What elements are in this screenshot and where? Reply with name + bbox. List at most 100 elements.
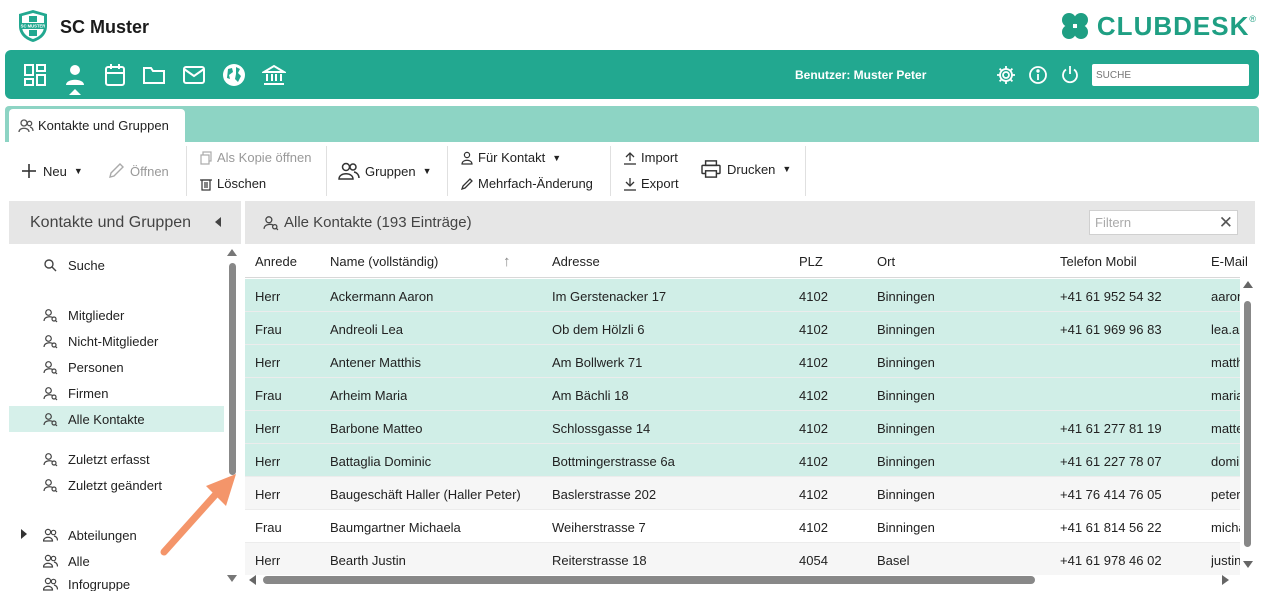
sidebar-item-firmen[interactable]: Firmen xyxy=(9,380,224,406)
contact-search-icon xyxy=(43,386,58,400)
top-header: SC MUSTER SC Muster CLUBDESK ® xyxy=(0,0,1264,50)
column-header-ort[interactable]: Ort xyxy=(877,254,895,269)
groups-button[interactable]: Gruppen ▼ xyxy=(338,162,432,180)
global-search-input[interactable] xyxy=(1092,64,1249,86)
print-button[interactable]: Drucken ▼ xyxy=(700,160,791,178)
cell-email: peter xyxy=(1211,487,1240,502)
globe-icon[interactable] xyxy=(222,63,246,87)
multi-edit-button[interactable]: Mehrfach-Änderung xyxy=(460,176,593,191)
sort-ascending-icon[interactable]: ↑ xyxy=(503,253,511,270)
cell-name: Baumgartner Michaela xyxy=(330,520,461,535)
info-icon[interactable] xyxy=(1028,65,1048,85)
scroll-left-icon[interactable] xyxy=(249,575,256,585)
folder-icon[interactable] xyxy=(142,63,166,87)
table-row[interactable]: Frau Andreoli Lea Ob dem Hölzli 6 4102 Binni… xyxy=(245,312,1240,345)
column-header-adresse[interactable]: Adresse xyxy=(552,254,600,269)
scroll-up-icon[interactable] xyxy=(1243,281,1253,288)
table-row[interactable]: Herr Battaglia Dominic Bottmingerstrasse 6… xyxy=(245,444,1240,477)
table-vertical-scrollbar[interactable] xyxy=(1242,281,1254,571)
dashboard-icon[interactable] xyxy=(23,63,47,87)
sidebar-item-personen[interactable]: Personen xyxy=(9,354,224,380)
sidebar-scrollbar[interactable] xyxy=(227,249,237,587)
cell-plz: 4102 xyxy=(799,487,828,502)
cell-email: aaron xyxy=(1211,289,1240,304)
brand-registered-mark: ® xyxy=(1249,14,1256,24)
for-contact-button[interactable]: Für Kontakt ▼ xyxy=(460,150,561,165)
copy-open-button[interactable]: Als Kopie öffnen xyxy=(199,150,311,165)
delete-label: Löschen xyxy=(217,176,267,191)
brand-name: CLUBDESK xyxy=(1096,10,1250,41)
cell-ort: Binningen xyxy=(877,322,935,337)
new-label: Neu xyxy=(43,163,67,179)
column-header-plz[interactable]: PLZ xyxy=(799,254,823,269)
cell-ort: Binningen xyxy=(877,421,935,436)
export-button[interactable]: Export xyxy=(623,176,679,191)
import-button[interactable]: Import xyxy=(623,150,678,165)
table-row[interactable]: Herr Antener Matthis Am Bollwerk 71 4102 Bin… xyxy=(245,345,1240,378)
table-row[interactable]: Herr Barbone Matteo Schlossgasse 14 4102 Bin… xyxy=(245,411,1240,444)
open-button[interactable]: Öffnen xyxy=(107,162,169,180)
column-header-name[interactable]: Name (vollständig) xyxy=(330,254,438,269)
dropdown-caret-icon: ▼ xyxy=(73,166,83,176)
table-row[interactable]: Frau Arheim Maria Am Bächli 18 4102 Binninge… xyxy=(245,378,1240,411)
cell-anrede: Frau xyxy=(255,322,282,337)
cell-name: Battaglia Dominic xyxy=(330,454,432,469)
print-label: Drucken xyxy=(727,161,776,177)
toolbar-divider xyxy=(186,146,187,196)
cell-telefon-mobil: +41 61 227 78 07 xyxy=(1060,454,1162,469)
column-header-email[interactable]: E-Mail xyxy=(1211,254,1248,269)
collapse-icon[interactable] xyxy=(215,217,221,227)
cell-ort: Basel xyxy=(877,553,910,568)
calendar-icon[interactable] xyxy=(103,63,127,87)
sidebar-item-infogruppe[interactable]: Infogruppe xyxy=(9,574,224,591)
sidebar-item-nicht-mitglieder[interactable]: Nicht-Mitglieder xyxy=(9,328,224,354)
person-icon[interactable] xyxy=(63,63,87,87)
sidebar-item-abteilungen[interactable]: Abteilungen xyxy=(9,522,224,548)
new-button[interactable]: Neu ▼ xyxy=(20,162,83,180)
copy-open-label: Als Kopie öffnen xyxy=(217,150,312,165)
copy-icon xyxy=(200,150,212,165)
cell-name: Barbone Matteo xyxy=(330,421,423,436)
column-header-anrede[interactable]: Anrede xyxy=(255,254,297,269)
table-horizontal-scrollbar[interactable] xyxy=(245,574,1240,586)
sidebar-item-label: Personen xyxy=(68,359,124,375)
cell-adresse: Schlossgasse 14 xyxy=(552,421,651,436)
tab-kontakte-und-gruppen[interactable]: Kontakte und Gruppen xyxy=(9,109,185,142)
table-vertical-scroll-thumb[interactable] xyxy=(1244,301,1251,547)
sidebar-item-mitglieder[interactable]: Mitglieder xyxy=(9,302,224,328)
table-row[interactable]: Herr Ackermann Aaron Im Gerstenacker 17 410… xyxy=(245,279,1240,312)
contact-search-icon xyxy=(43,334,58,348)
column-header-telefon-mobil[interactable]: Telefon Mobil xyxy=(1060,254,1137,269)
sidebar-item-suche[interactable]: Suche xyxy=(9,252,224,278)
cell-ort: Binningen xyxy=(877,520,935,535)
scroll-right-icon[interactable] xyxy=(1222,575,1229,585)
person-outline-icon xyxy=(461,151,473,165)
sidebar-scroll-thumb[interactable] xyxy=(229,263,236,475)
sidebar-item-alle[interactable]: Alle xyxy=(9,548,224,574)
power-icon[interactable] xyxy=(1060,65,1080,85)
mail-icon[interactable] xyxy=(182,63,206,87)
table-row[interactable]: Herr Bearth Justin Reiterstrasse 18 4054 Bas… xyxy=(245,543,1240,575)
scroll-up-icon[interactable] xyxy=(227,249,237,256)
scroll-down-icon[interactable] xyxy=(1243,561,1253,568)
scroll-down-icon[interactable] xyxy=(227,575,237,582)
open-label: Öffnen xyxy=(130,163,169,179)
upload-icon xyxy=(624,151,636,165)
club-logo-icon[interactable]: SC MUSTER xyxy=(16,9,50,43)
sidebar-item-zuletzt-erfasst[interactable]: Zuletzt erfasst xyxy=(9,446,224,472)
filter-input[interactable]: Filtern ✕ xyxy=(1089,210,1238,235)
gear-icon[interactable] xyxy=(996,65,1016,85)
sidebar-item-label: Zuletzt erfasst xyxy=(68,451,150,467)
cell-plz: 4102 xyxy=(799,421,828,436)
cell-telefon-mobil: +41 61 277 81 19 xyxy=(1060,421,1162,436)
sidebar-item-alle-kontakte[interactable]: Alle Kontakte xyxy=(9,406,224,432)
delete-button[interactable]: Löschen xyxy=(199,176,266,191)
table-horizontal-scroll-thumb[interactable] xyxy=(263,576,1035,584)
clear-filter-icon[interactable]: ✕ xyxy=(1219,213,1233,233)
cell-adresse: Am Bollwerk 71 xyxy=(552,355,643,370)
table-row[interactable]: Frau Baumgartner Michaela Weiherstrasse 7 4… xyxy=(245,510,1240,543)
bank-icon[interactable] xyxy=(260,63,288,87)
cell-email: matth xyxy=(1211,355,1240,370)
sidebar-item-zuletzt-geaendert[interactable]: Zuletzt geändert xyxy=(9,472,224,498)
table-row[interactable]: Herr Baugeschäft Haller (Haller Peter) Bas… xyxy=(245,477,1240,510)
